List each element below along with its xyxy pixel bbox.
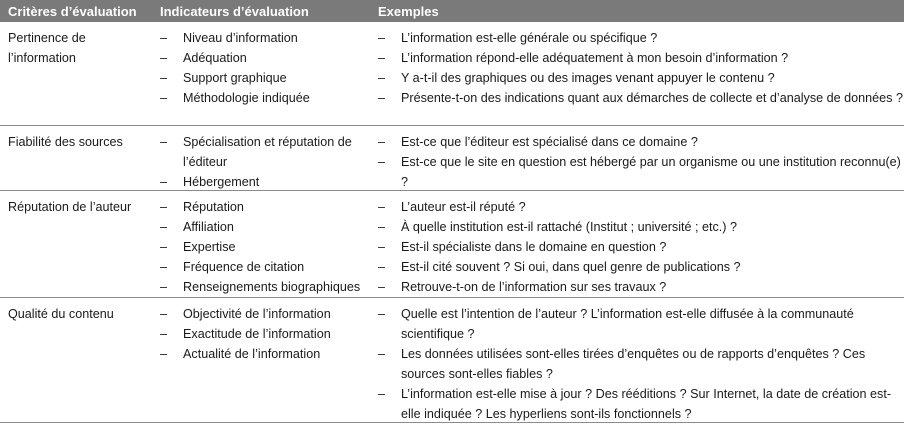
indicateurs-cell: – Spécialisation et réputation de l’édite… [152,126,370,190]
list-item: – Les données utilisées sont-elles tirées… [378,347,866,381]
list-item: – Hébergement [160,175,260,189]
list-item: – Affiliation [160,220,234,234]
list-item: – Renseignements biographiques [160,280,361,294]
list-item: – Est-ce que l’éditeur est spécialisé dan… [378,135,698,149]
evaluation-table: Critères d’évaluation Indicateurs d’éval… [0,0,904,423]
indicateurs-cell: – Objectivité de l’information – Exactitud… [152,298,370,422]
list-item: – L’information répond-elle adéquatement … [378,51,789,65]
list-item: – Exactitude de l’information [160,327,331,341]
list-item: – Quelle est l’intention de l’auteur ? L’… [378,307,854,341]
list-item: – Support graphique [160,71,287,85]
list-item: – Adéquation [160,51,247,65]
list-item: – L’auteur est-il réputé ? [378,200,526,214]
list-item: – L’information est-elle générale ou spéc… [378,31,658,45]
list-item: – À quelle institution est-il rattaché (I… [378,220,737,234]
table-header: Critères d’évaluation Indicateurs d’éval… [0,0,904,22]
exemples-cell: – L’information est-elle générale ou spéc… [370,22,904,125]
exemples-cell: – L’auteur est-il réputé ? – À quelle inst… [370,191,904,297]
table-row: Fiabilité des sources – Spécialisation et… [0,126,904,191]
list-item: – Présente-t-on des indications quant aux… [378,91,903,105]
indicateurs-cell: – Réputation – Affiliation – Expertise – Fré… [152,191,370,297]
table-row: Pertinence de l’information – Niveau d’in… [0,22,904,126]
table-row: Réputation de l’auteur – Réputation – Affi… [0,191,904,298]
list-item: – Spécialisation et réputation de l’édite… [160,135,352,169]
critere-cell: Réputation de l’auteur [8,200,132,214]
exemples-cell: – Quelle est l’intention de l’auteur ? L’… [370,298,904,422]
indicateurs-cell: – Niveau d’information – Adéquation – Suppo… [152,22,370,125]
list-item: – Est-ce que le site en question est hébe… [378,155,901,189]
table-row: Qualité du contenu – Objectivité de l’inf… [0,298,904,423]
list-item: – Méthodologie indiquée [160,91,310,105]
list-item: – Niveau d’information [160,31,298,45]
list-item: – Actualité de l’information [160,347,321,361]
list-item: – Réputation [160,200,244,214]
critere-cell: Pertinence de l’information [8,31,86,65]
list-item: – Retrouve-t-on de l’information sur ses … [378,280,667,294]
header-exemples: Exemples [378,3,439,19]
list-item: – L’information est-elle mise à jour ? De… [378,387,892,421]
list-item: – Est-il spécialiste dans le domaine en q… [378,240,667,254]
list-item: – Objectivité de l’information [160,307,331,321]
list-item: – Expertise [160,240,236,254]
critere-cell: Fiabilité des sources [8,135,123,149]
list-item: – Est-il cité souvent ? Si oui, dans quel… [378,260,741,274]
exemples-cell: – Est-ce que l’éditeur est spécialisé dan… [370,126,904,190]
list-item: – Y a-t-il des graphiques ou des images v… [378,71,775,85]
list-item: – Fréquence de citation [160,260,305,274]
header-indicateurs: Indicateurs d’évaluation [160,3,309,19]
header-criteres: Critères d’évaluation [8,3,137,19]
critere-cell: Qualité du contenu [8,307,114,321]
